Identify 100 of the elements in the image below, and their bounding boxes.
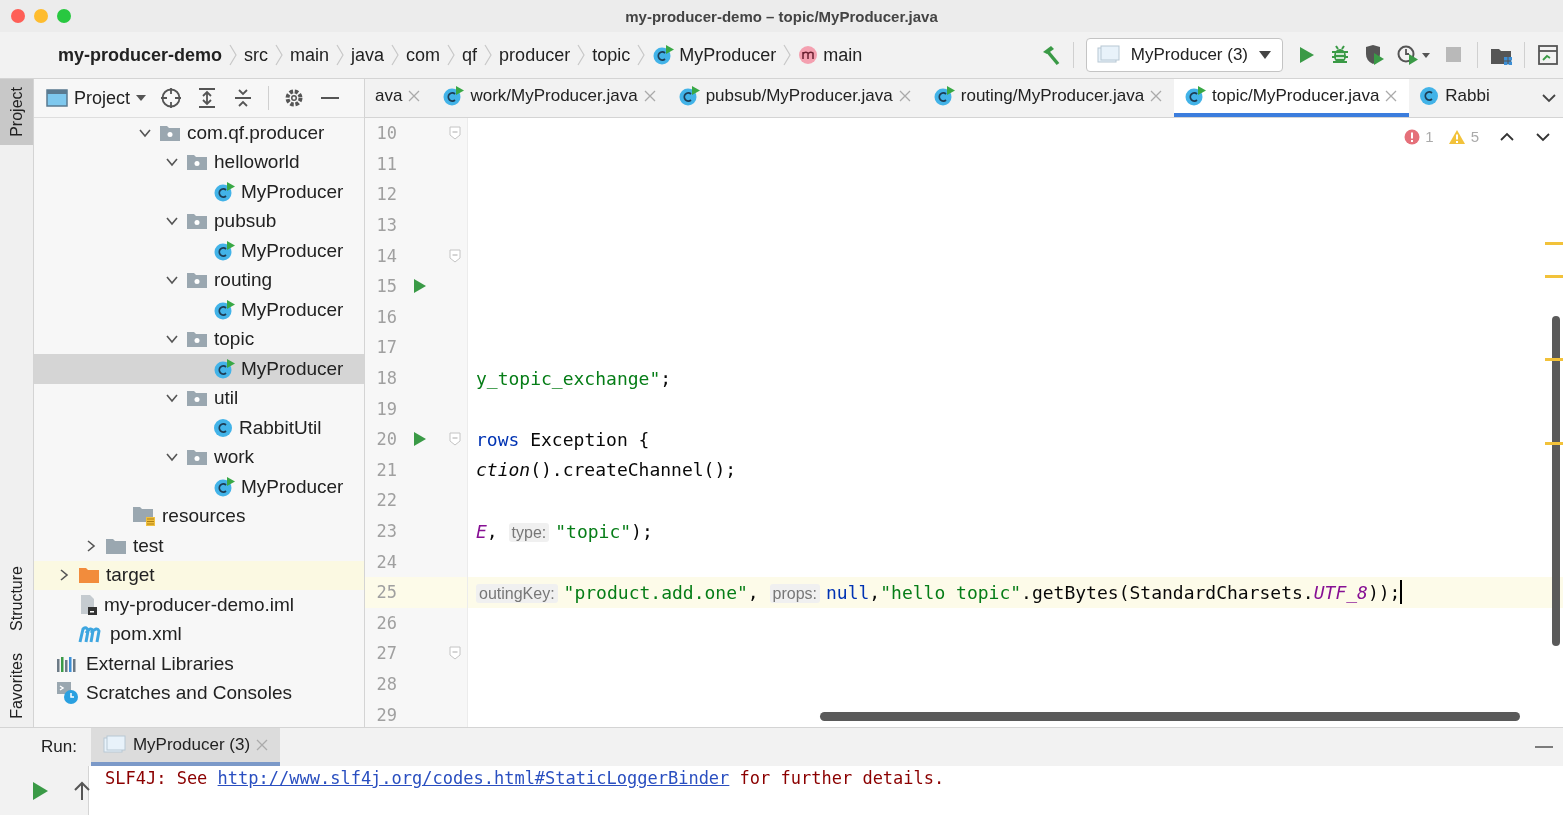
console-link[interactable]: http://www.slf4j.org/codes.html#StaticLoggerBinder — [217, 768, 730, 788]
run-tab[interactable]: MyProducer (3) — [90, 728, 281, 766]
chevron-down-icon[interactable] — [1535, 130, 1551, 143]
warning-marker[interactable] — [1545, 358, 1563, 361]
project-view-dropdown[interactable]: Project — [46, 87, 147, 109]
breadcrumb-separator-icon — [447, 44, 456, 66]
tree-item[interactable]: topic — [34, 324, 364, 354]
editor-tab[interactable]: work/MyProducer.java — [432, 79, 668, 117]
tree-item[interactable]: Scratches and Consoles — [34, 678, 364, 708]
tree-item[interactable]: MyProducer — [34, 472, 364, 502]
runnable-class-icon — [213, 181, 235, 202]
runnable-class-icon — [213, 476, 235, 497]
fold-marker-icon[interactable] — [449, 646, 461, 661]
tree-item[interactable]: RabbitUtil — [34, 413, 364, 443]
crosshair-icon[interactable] — [160, 87, 183, 109]
close-icon[interactable] — [643, 90, 656, 102]
side-tab[interactable]: Structure — [0, 558, 33, 640]
run-configuration-dropdown[interactable]: MyProducer (3) — [1085, 38, 1283, 72]
breadcrumb-item[interactable]: com — [406, 44, 441, 66]
tree-item[interactable]: pubsub — [34, 206, 364, 236]
package-folder-icon — [186, 330, 208, 349]
vertical-scrollbar[interactable] — [1552, 316, 1560, 646]
breadcrumb-separator-icon — [229, 44, 238, 66]
line-number: 20 — [375, 429, 397, 450]
side-tab[interactable]: Project — [0, 79, 33, 145]
warning-marker[interactable] — [1545, 275, 1563, 278]
chevron-up-icon[interactable] — [1499, 130, 1515, 143]
tree-item[interactable]: MyProducer — [34, 354, 364, 384]
close-icon[interactable] — [1385, 90, 1398, 102]
breadcrumb-item[interactable]: MyProducer — [652, 44, 777, 66]
tree-item[interactable]: target — [34, 560, 364, 590]
tree-item[interactable]: com.qf.producer — [34, 118, 364, 148]
tree-item[interactable]: External Libraries — [34, 649, 364, 679]
line-number: 28 — [375, 674, 397, 694]
tree-item[interactable]: my-producer-demo.iml — [34, 590, 364, 620]
package-folder-icon — [186, 271, 208, 290]
line-number: 12 — [375, 184, 397, 205]
chevron-down-icon[interactable] — [1541, 92, 1557, 104]
fold-marker-icon[interactable] — [449, 248, 461, 263]
window-title: my-producer-demo – topic/MyProducer.java — [625, 7, 938, 25]
package-folder-icon — [186, 212, 208, 231]
runnable-class-icon — [213, 299, 235, 320]
run-icon[interactable] — [413, 431, 427, 448]
runnable-class-icon — [1184, 86, 1207, 106]
minimize-icon[interactable] — [1535, 745, 1553, 749]
breadcrumb-item[interactable]: src — [244, 44, 269, 66]
line-number: 24 — [375, 551, 397, 572]
breadcrumb-separator-icon — [275, 44, 284, 66]
folder-icon — [105, 536, 127, 555]
tree-item[interactable]: util — [34, 383, 364, 413]
tree-item[interactable]: resources — [34, 501, 364, 531]
zoom-button[interactable] — [57, 9, 71, 23]
close-button[interactable] — [11, 9, 25, 23]
editor-tab[interactable]: Rabbi — [1409, 79, 1502, 117]
code-line: rows Exception { — [476, 428, 650, 450]
fold-marker-icon[interactable] — [449, 432, 461, 447]
method-icon — [798, 45, 819, 65]
warning-marker[interactable] — [1545, 242, 1563, 245]
line-number: 27 — [375, 643, 397, 664]
module-file-icon — [78, 593, 98, 616]
breadcrumb-item[interactable]: my-producer-demo — [58, 44, 223, 66]
breadcrumb-item[interactable]: java — [351, 44, 385, 66]
breadcrumb-item[interactable]: producer — [499, 44, 571, 66]
horizontal-scrollbar[interactable] — [820, 712, 1520, 721]
tree-item[interactable]: work — [34, 442, 364, 472]
fold-marker-icon[interactable] — [449, 126, 461, 141]
line-number: 23 — [375, 521, 397, 541]
line-number: 19 — [375, 398, 397, 419]
code-line: outingKey: "product.add.one", props: null,"hello topic".getBytes(StandardCharsets.UTF_8)); — [476, 581, 1401, 603]
close-icon[interactable] — [1150, 90, 1163, 102]
close-icon[interactable] — [898, 90, 911, 102]
clock-run-icon[interactable] — [1397, 44, 1431, 66]
line-number: 25 — [375, 582, 397, 603]
close-icon[interactable] — [256, 739, 269, 751]
breadcrumb-item[interactable]: qf — [462, 44, 478, 66]
editor-tab[interactable]: pubsub/MyProducer.java — [667, 79, 923, 117]
tree-item[interactable]: test — [34, 531, 364, 561]
chart-window-icon[interactable] — [1537, 44, 1559, 66]
tree-item[interactable]: pom.xml — [34, 619, 364, 649]
breadcrumb-item[interactable]: topic — [592, 44, 631, 66]
tree-item[interactable]: helloworld — [34, 147, 364, 177]
side-tab[interactable]: Favorites — [0, 645, 33, 727]
editor-tab[interactable]: routing/MyProducer.java — [922, 79, 1175, 117]
editor-tab[interactable]: ava — [365, 79, 433, 117]
runnable-class-icon — [932, 86, 955, 106]
folder-icon — [78, 566, 100, 585]
breadcrumb-item[interactable]: main — [290, 44, 330, 66]
shield-run-icon[interactable] — [1363, 44, 1385, 66]
breadcrumb-item[interactable]: main — [798, 44, 863, 66]
tree-item[interactable]: routing — [34, 265, 364, 295]
tree-item[interactable]: MyProducer — [34, 295, 364, 325]
tree-item[interactable]: MyProducer — [34, 177, 364, 207]
tree-item[interactable]: MyProducer — [34, 236, 364, 266]
breadcrumb-separator-icon — [484, 44, 493, 66]
editor-tab[interactable]: topic/MyProducer.java — [1174, 79, 1410, 117]
warning-marker[interactable] — [1545, 442, 1563, 445]
bug-icon[interactable] — [1329, 44, 1351, 66]
run-icon[interactable] — [413, 278, 427, 295]
line-number: 18 — [375, 368, 397, 389]
close-icon[interactable] — [408, 90, 421, 102]
